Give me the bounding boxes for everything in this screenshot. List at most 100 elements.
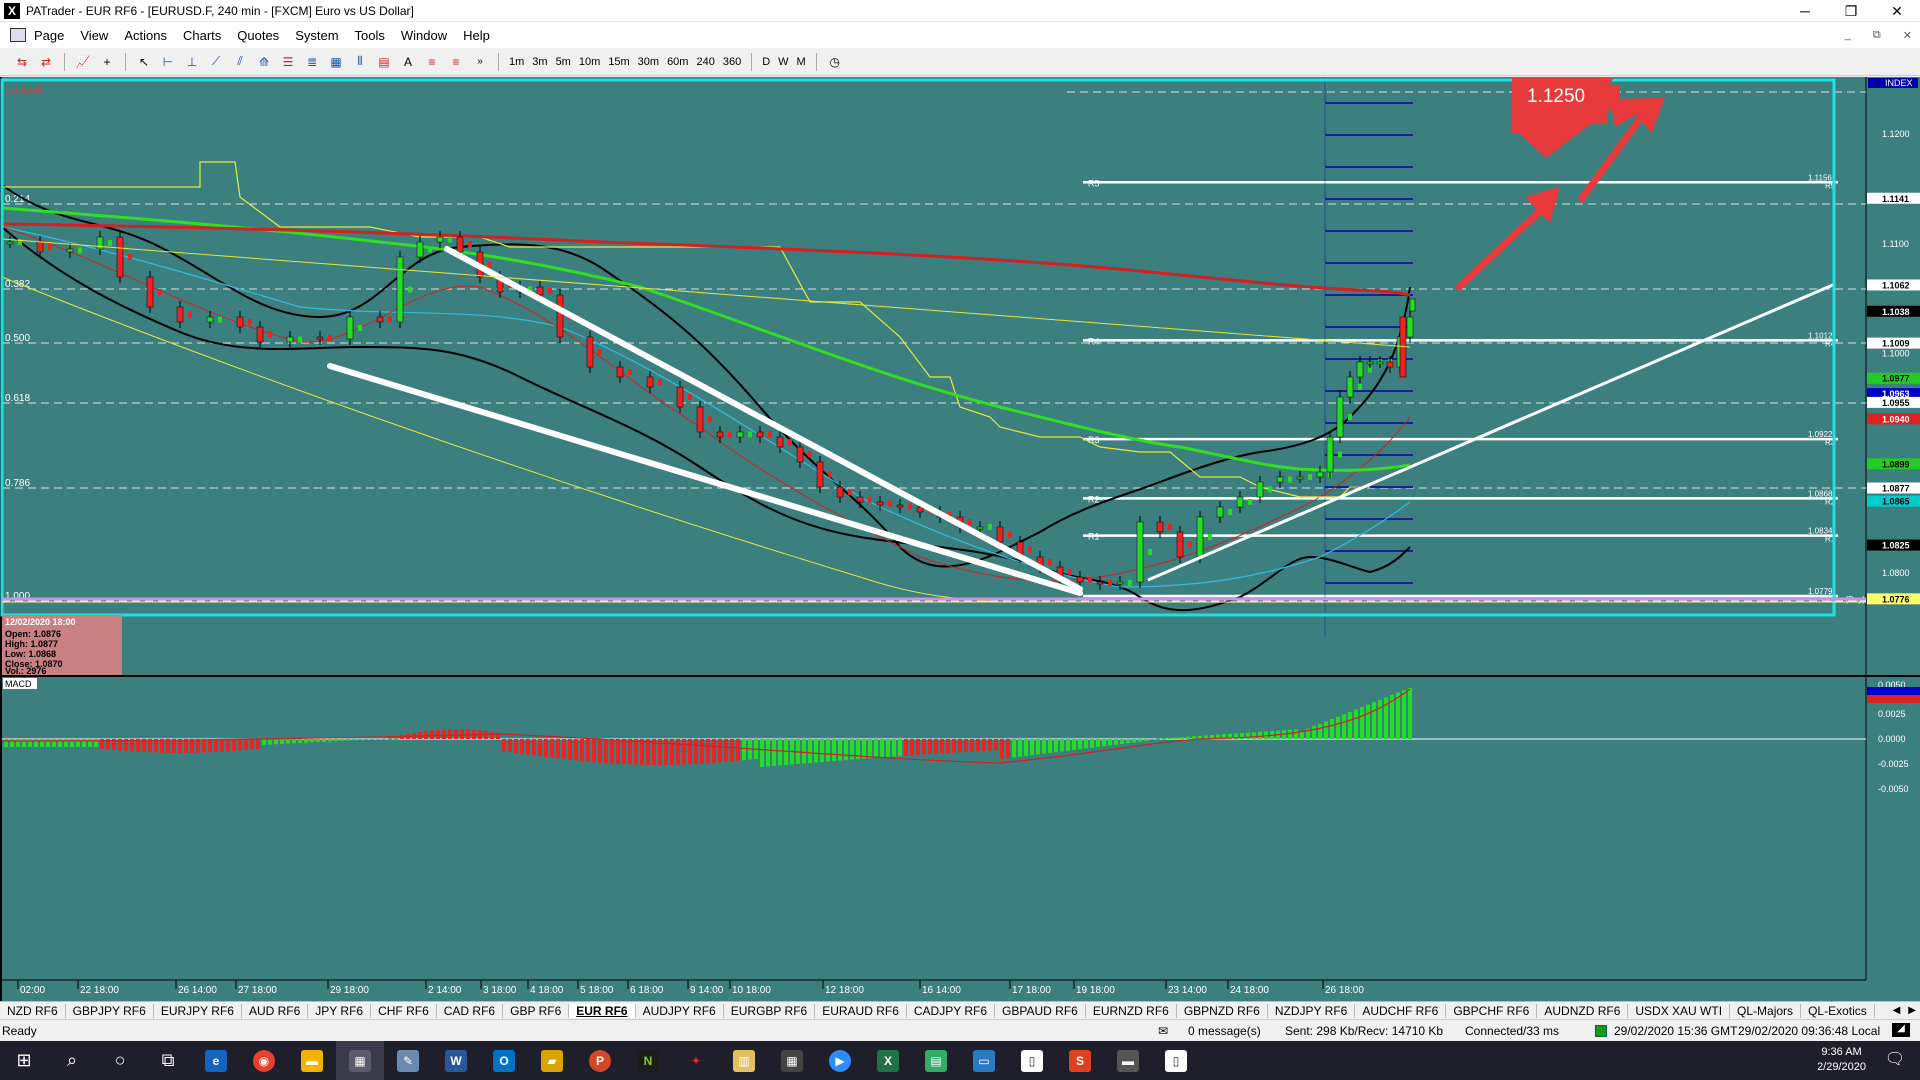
ninja-app-icon[interactable]: N (624, 1041, 672, 1080)
menu-tools[interactable]: Tools (347, 28, 393, 43)
trendline-icon[interactable]: ⟋ (206, 52, 226, 72)
symbol-tab[interactable]: JPY RF6 (308, 1003, 372, 1018)
symbol-tab[interactable]: GBPNZD RF6 (1177, 1003, 1268, 1018)
page-icon[interactable] (10, 28, 26, 42)
symbol-tab[interactable]: EURGBP RF6 (724, 1003, 816, 1018)
timeframe-10m[interactable]: 10m (575, 56, 604, 68)
mdi-restore-button[interactable]: ⧉ (1873, 29, 1881, 42)
fib-fan-icon[interactable]: ⟰ (254, 52, 274, 72)
menu-actions[interactable]: Actions (116, 28, 175, 43)
timeframe-360[interactable]: 360 (719, 56, 745, 68)
timeframe-1m[interactable]: 1m (505, 56, 528, 68)
menu-help[interactable]: Help (455, 28, 498, 43)
start-button[interactable]: ⊞ (0, 1041, 48, 1080)
menu-page[interactable]: Page (26, 28, 72, 43)
mdi-close-button[interactable]: ✕ (1903, 29, 1912, 42)
timeframe-3m[interactable]: 3m (528, 56, 551, 68)
mdi-minimize-button[interactable]: _ (1845, 29, 1851, 42)
pointer-icon[interactable]: ↖ (134, 52, 154, 72)
levels-icon[interactable]: ≡ (422, 52, 442, 72)
timeframe-daily[interactable]: D (758, 56, 774, 68)
powerpoint-app-icon[interactable]: P (576, 1041, 624, 1080)
outlook-app-icon[interactable]: O (480, 1041, 528, 1080)
excel-app-icon[interactable]: X (864, 1041, 912, 1080)
bird-app-icon[interactable]: ✦ (672, 1041, 720, 1080)
patrader-app-icon[interactable]: ▦ (336, 1041, 384, 1080)
channel-icon[interactable]: ⫽ (230, 52, 250, 72)
symbol-tab[interactable]: GBP RF6 (503, 1003, 570, 1018)
blank-doc-app-icon[interactable]: ▯ (1152, 1041, 1200, 1080)
symbol-tab[interactable]: AUDNZD RF6 (1537, 1003, 1629, 1018)
symbol-tab[interactable]: EURJPY RF6 (154, 1003, 242, 1018)
symbol-tab[interactable]: EURAUD RF6 (815, 1003, 907, 1018)
menu-system[interactable]: System (287, 28, 346, 43)
cycle-lines-icon[interactable]: ⦀ (350, 52, 370, 72)
fib-extension-icon[interactable]: ≣ (302, 52, 322, 72)
envelope-icon[interactable]: ✉ (1158, 1024, 1168, 1038)
symbol-tab[interactable]: NZDJPY RF6 (1268, 1003, 1356, 1018)
symbol-tab[interactable]: CAD RF6 (437, 1003, 504, 1018)
horizontal-line-icon[interactable]: ⊢ (158, 52, 178, 72)
symbol-tab[interactable]: QL-Majors (1730, 1003, 1802, 1018)
symbol-tab[interactable]: AUDCHF RF6 (1355, 1003, 1447, 1018)
document-app-icon[interactable]: ▯ (1008, 1041, 1056, 1080)
timeframe-5m[interactable]: 5m (552, 56, 575, 68)
menu-window[interactable]: Window (393, 28, 455, 43)
levels-alt-icon[interactable]: ≡ (446, 52, 466, 72)
search-icon[interactable]: ⌕ (48, 1041, 96, 1080)
timeframe-30m[interactable]: 30m (634, 56, 663, 68)
resize-grip-icon[interactable]: ◢ (1892, 1023, 1910, 1037)
calculator-icon[interactable]: ▦ (768, 1041, 816, 1080)
timeframe-weekly[interactable]: W (774, 56, 792, 68)
cortana-icon[interactable]: ○ (96, 1041, 144, 1080)
symbol-tab[interactable]: EUR RF6 (569, 1003, 636, 1018)
restore-button[interactable]: ❐ (1828, 0, 1874, 22)
toolbar-overflow-icon[interactable]: » (470, 52, 490, 72)
task-view-icon[interactable]: ⧉ (144, 1041, 192, 1080)
connect-icon[interactable]: ⇆ (12, 52, 32, 72)
symbol-tab[interactable]: CHF RF6 (371, 1003, 437, 1018)
price-chart[interactable]: 0.2140.3820.5000.6180.7861.000 R51.1156R… (0, 58, 1920, 1001)
chart-app-icon[interactable]: ▤ (912, 1041, 960, 1080)
symbol-tab[interactable]: GBPAUD RF6 (995, 1003, 1086, 1018)
menu-charts[interactable]: Charts (175, 28, 229, 43)
symbol-tab[interactable]: GBPCHF RF6 (1446, 1003, 1538, 1018)
notification-icon[interactable]: 🗨 (1884, 1049, 1906, 1071)
crosshair-icon[interactable]: + (97, 52, 117, 72)
zoom-app-icon[interactable]: ▶ (816, 1041, 864, 1080)
menu-view[interactable]: View (72, 28, 116, 43)
disconnect-icon[interactable]: ⇄ (36, 52, 56, 72)
word-app-icon[interactable]: W (432, 1041, 480, 1080)
text-tool-icon[interactable]: A (398, 52, 418, 72)
status-messages[interactable]: 0 message(s) (1188, 1024, 1261, 1038)
edge-browser-icon[interactable]: e (192, 1041, 240, 1080)
fib-retracement-icon[interactable]: ☰ (278, 52, 298, 72)
stocks-app-icon[interactable]: ▥ (720, 1041, 768, 1080)
gann-icon[interactable]: ▦ (326, 52, 346, 72)
monitor-app-icon[interactable]: ▭ (960, 1041, 1008, 1080)
tab-scroll-right-icon[interactable]: ▶ (1908, 1005, 1916, 1016)
menu-quotes[interactable]: Quotes (229, 28, 287, 43)
notes-app-icon[interactable]: ✎ (384, 1041, 432, 1080)
folder-app-icon[interactable]: ▰ (528, 1041, 576, 1080)
minimize-button[interactable]: ─ (1782, 0, 1828, 22)
timeframe-monthly[interactable]: M (793, 56, 810, 68)
tab-scroll-left-icon[interactable]: ◀ (1893, 1005, 1901, 1016)
symbol-tab[interactable]: USDX XAU WTI (1628, 1003, 1731, 1018)
close-button[interactable]: ✕ (1874, 0, 1920, 22)
pivot-icon[interactable]: ▤ (374, 52, 394, 72)
keyboard-app-icon[interactable]: ▬ (1104, 1041, 1152, 1080)
vertical-line-icon[interactable]: ⊥ (182, 52, 202, 72)
file-explorer-icon[interactable]: ▬ (288, 1041, 336, 1080)
symbol-tab[interactable]: CADJPY RF6 (907, 1003, 996, 1018)
chart-window[interactable]: 0.214 0.382 0.500 0.618 0.786 1.000 R5 1.1156 R… (0, 58, 1920, 1001)
symbol-tab[interactable]: EURNZD RF6 (1086, 1003, 1177, 1018)
symbol-tab[interactable]: AUDJPY RF6 (636, 1003, 724, 1018)
symbol-tab[interactable]: AUD RF6 (242, 1003, 309, 1018)
system-clock[interactable]: 9:36 AM 2/29/2020 (1817, 1045, 1866, 1075)
new-chart-icon[interactable]: 📈 (73, 52, 93, 72)
timeframe-240[interactable]: 240 (692, 56, 718, 68)
chrome-browser-icon[interactable]: ◉ (240, 1041, 288, 1080)
clock-icon[interactable]: ◷ (825, 52, 845, 72)
symbol-tab[interactable]: NZD RF6 (0, 1003, 66, 1018)
